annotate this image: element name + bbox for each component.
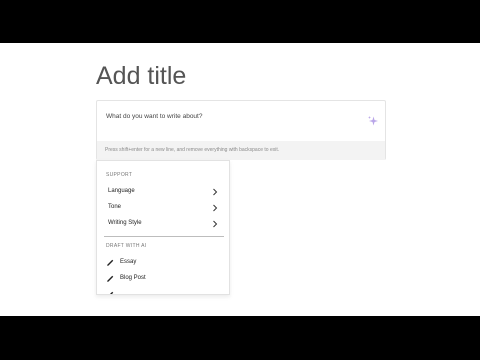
menu-divider <box>104 236 224 237</box>
menu-item-writing-style[interactable]: Writing Style <box>101 217 225 231</box>
menu-item-label: Essay <box>120 259 137 265</box>
section-label-draft: DRAFT WITH AI <box>106 243 147 249</box>
menu-item-essay[interactable]: Essay <box>101 256 225 270</box>
ai-prompt-input[interactable] <box>106 113 356 120</box>
hint-text: Press shift+enter for a new line, and re… <box>105 147 280 153</box>
editor-screen: Add title Press shift+enter for a new li… <box>0 43 480 316</box>
chevron-right-icon <box>213 204 218 212</box>
menu-item-blog-post[interactable]: Blog Post <box>101 272 225 286</box>
menu-item-partial[interactable] <box>101 288 225 294</box>
menu-item-label: Language <box>108 188 135 194</box>
menu-item-label: Blog Post <box>120 275 146 281</box>
hint-bar: Press shift+enter for a new line, and re… <box>97 141 385 160</box>
menu-item-label: Tone <box>108 204 122 210</box>
menu-item-language[interactable]: Language <box>101 185 225 199</box>
chevron-right-icon <box>213 220 218 228</box>
pen-icon <box>109 291 114 294</box>
page-title[interactable]: Add title <box>96 62 186 91</box>
chevron-right-icon <box>213 188 218 196</box>
menu-item-label: Writing Style <box>108 220 142 226</box>
pen-icon <box>107 275 114 282</box>
ai-prompt-box: Press shift+enter for a new line, and re… <box>96 100 386 160</box>
sparkle-icon[interactable] <box>367 115 379 127</box>
pen-icon <box>107 259 114 266</box>
section-label-support: SUPPORT <box>106 172 133 178</box>
ai-menu: SUPPORT Language Tone Writing Style DRAF… <box>96 160 230 295</box>
menu-item-tone[interactable]: Tone <box>101 201 225 215</box>
